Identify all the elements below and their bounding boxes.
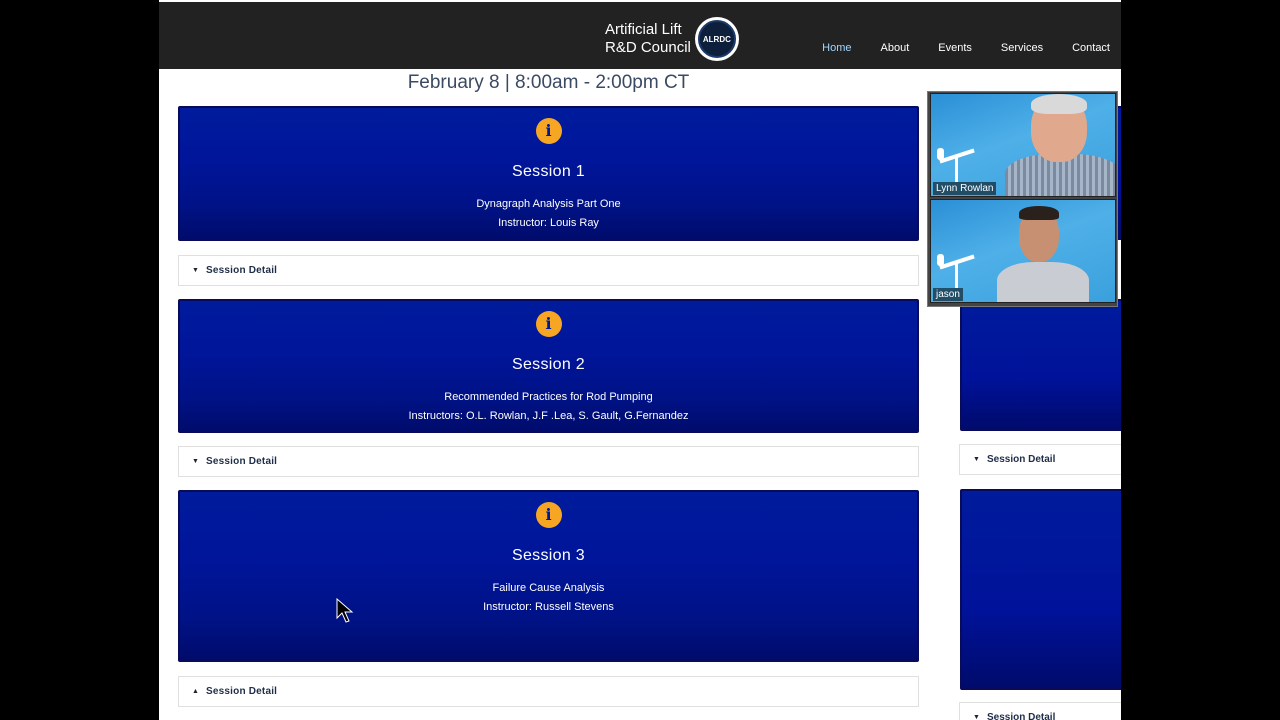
nav-contact[interactable]: Contact [1072, 42, 1110, 54]
pumpjack-graphic [937, 146, 977, 182]
session-description: Failure Cause Analysis Instructor: Russe… [180, 579, 917, 617]
right-session-detail-toggle-2[interactable]: ▼ Session Detail [959, 702, 1121, 720]
nav-home[interactable]: Home [822, 42, 851, 54]
nav-services[interactable]: Services [1001, 42, 1043, 54]
session-detail-toggle-3[interactable]: ▲ Session Detail [178, 676, 919, 707]
session-instructor: Instructors: O.L. Rowlan, J.F .Lea, S. G… [408, 410, 689, 422]
mouse-cursor-icon [336, 598, 354, 623]
session-title: Session 1 [512, 163, 585, 180]
nav-events[interactable]: Events [938, 42, 972, 54]
main-nav: Home About Events Services Contact [822, 42, 1121, 54]
session-topic: Dynagraph Analysis Part One [476, 198, 621, 210]
participant-name: Lynn Rowlan [933, 182, 997, 195]
session-topic: Recommended Practices for Rod Pumping [444, 391, 653, 403]
session-detail-label: Session Detail [206, 456, 278, 467]
right-session-detail-toggle-1[interactable]: ▼ Session Detail [959, 444, 1121, 475]
session-instructor: Instructor: Russell Stevens [483, 601, 614, 613]
session-detail-label: Session Detail [206, 265, 278, 276]
logo-line-2: R&D Council [605, 39, 691, 56]
participant-tile-2[interactable]: jason [930, 199, 1116, 303]
session-card-2: i Session 2 Recommended Practices for Ro… [178, 299, 919, 433]
participant-video [1001, 94, 1115, 196]
session-card-3: i Session 3 Failure Cause Analysis Instr… [178, 490, 919, 662]
right-session-card-2 [960, 299, 1121, 431]
participant-video [991, 202, 1101, 302]
session-description: Recommended Practices for Rod Pumping In… [180, 388, 917, 426]
session-card-1: i Session 1 Dynagraph Analysis Part One … [178, 106, 919, 241]
caret-down-icon: ▼ [973, 456, 980, 463]
caret-down-icon: ▼ [192, 458, 199, 465]
session-detail-toggle-2[interactable]: ▼ Session Detail [178, 446, 919, 477]
caret-up-icon: ▲ [192, 688, 199, 695]
info-icon: i [535, 311, 562, 337]
site-logo[interactable]: Artificial Lift R&D Council ALRDC [605, 16, 739, 62]
info-icon: i [535, 118, 562, 144]
right-session-card-3 [960, 489, 1121, 690]
nav-about[interactable]: About [881, 42, 910, 54]
event-date: February 8 | 8:00am - 2:00pm CT [407, 72, 690, 93]
participant-name: jason [933, 288, 963, 301]
session-detail-label: Session Detail [987, 454, 1056, 465]
info-icon: i [535, 502, 562, 528]
session-instructor: Instructor: Louis Ray [498, 217, 599, 229]
logo-line-1: Artificial Lift [605, 21, 682, 38]
session-description: Dynagraph Analysis Part One Instructor: … [180, 195, 917, 233]
logo-badge-text: ALRDC [697, 20, 736, 58]
logo-badge: ALRDC [694, 17, 739, 61]
logo-text: Artificial Lift R&D Council [605, 21, 691, 57]
session-detail-label: Session Detail [987, 712, 1056, 720]
session-title: Session 3 [512, 547, 585, 564]
site-header: Artificial Lift R&D Council ALRDC Home A… [159, 0, 1121, 69]
caret-down-icon: ▼ [973, 714, 980, 720]
caret-down-icon: ▼ [192, 267, 199, 274]
session-detail-label: Session Detail [206, 686, 278, 697]
session-detail-toggle-1[interactable]: ▼ Session Detail [178, 255, 919, 286]
pumpjack-graphic [937, 252, 977, 288]
session-title: Session 2 [512, 356, 585, 373]
session-topic: Failure Cause Analysis [492, 582, 605, 594]
participant-tile-1[interactable]: Lynn Rowlan [930, 93, 1116, 197]
video-call-panel[interactable]: Lynn Rowlan jason [927, 91, 1118, 307]
